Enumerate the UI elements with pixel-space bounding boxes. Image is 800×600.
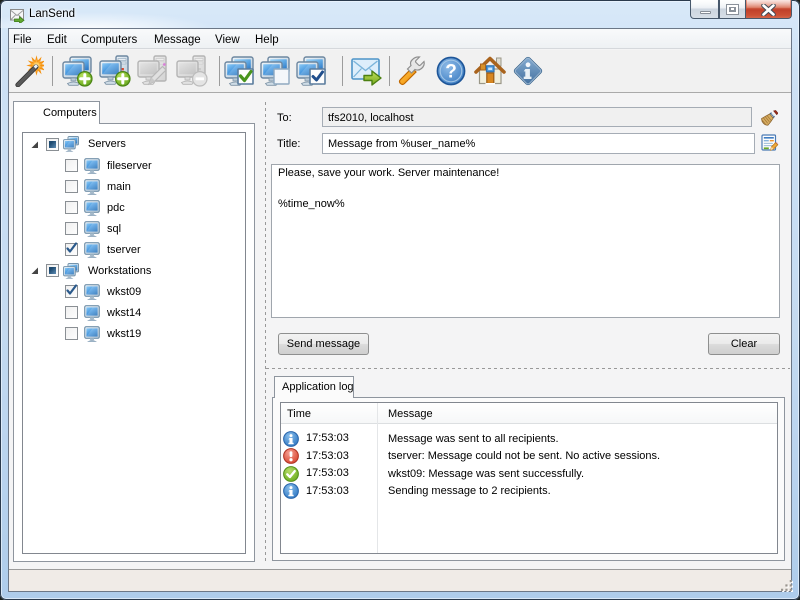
svg-text:?: ? [445, 62, 457, 83]
